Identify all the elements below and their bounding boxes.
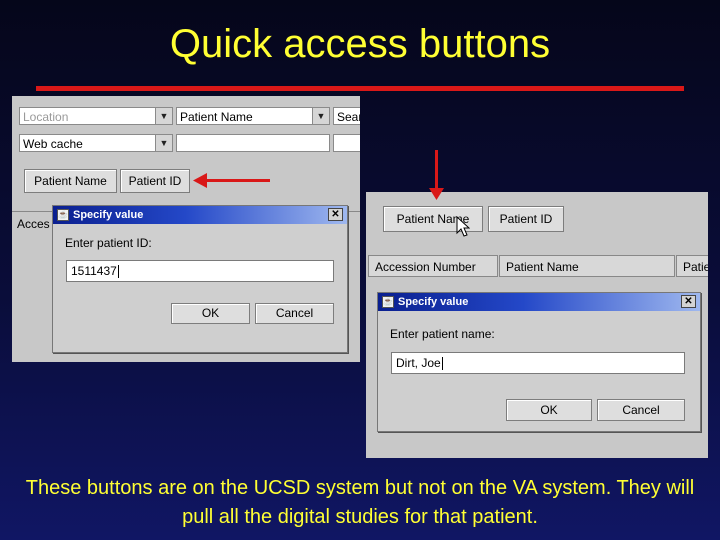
web-cache-combo[interactable]: Web cache ▼ <box>19 134 173 152</box>
arrow-to-patient-name <box>435 150 438 192</box>
search-field-label: Sear <box>337 110 360 124</box>
cancel-button[interactable]: Cancel <box>255 303 334 324</box>
column-patient-partial[interactable]: Patie <box>676 255 708 277</box>
column-patient-name[interactable]: Patient Name <box>499 255 675 277</box>
search-value-input[interactable] <box>176 134 330 152</box>
location-combo-label: Location <box>23 110 69 124</box>
patient-name-combo-label: Patient Name <box>180 110 253 124</box>
ok-button[interactable]: OK <box>171 303 250 324</box>
chevron-down-icon[interactable]: ▼ <box>312 108 329 124</box>
accession-column-partial: Acces <box>17 217 50 231</box>
dialog-prompt: Enter patient ID: <box>65 236 152 250</box>
search-extra-input[interactable] <box>333 134 360 152</box>
cancel-button[interactable]: Cancel <box>597 399 685 421</box>
mouse-pointer-icon <box>456 216 470 237</box>
search-field-partial[interactable]: Sear <box>333 107 360 125</box>
web-cache-combo-label: Web cache <box>23 137 83 151</box>
dialog-title-bar[interactable]: ☕ Specify value ✕ <box>378 293 700 311</box>
dialog-prompt: Enter patient name: <box>390 327 495 341</box>
java-cup-icon: ☕ <box>57 209 69 221</box>
specify-value-dialog: ☕ Specify value ✕ Enter patient ID: 1511… <box>52 205 348 353</box>
dialog-title: Specify value <box>398 296 469 308</box>
arrow-to-patient-id <box>205 179 270 182</box>
text-caret <box>441 357 443 371</box>
specify-value-dialog: ☕ Specify value ✕ Enter patient name: Di… <box>377 292 701 432</box>
ok-button[interactable]: OK <box>506 399 592 421</box>
slide-title: Quick access buttons <box>169 22 551 66</box>
dialog-title: Specify value <box>73 209 144 221</box>
patient-id-button[interactable]: Patient ID <box>488 206 564 232</box>
location-combo[interactable]: Location ▼ <box>19 107 173 125</box>
close-icon[interactable]: ✕ <box>328 208 343 221</box>
patient-id-value: 1511437 <box>71 264 117 278</box>
patient-id-input[interactable]: 1511437 <box>66 260 334 282</box>
patient-name-value: Dirt, Joe <box>396 356 441 370</box>
title-divider <box>36 86 684 91</box>
chevron-down-icon[interactable]: ▼ <box>155 108 172 124</box>
dialog-title-bar[interactable]: ☕ Specify value ✕ <box>53 206 347 224</box>
java-cup-icon: ☕ <box>382 296 394 308</box>
patient-name-input[interactable]: Dirt, Joe <box>391 352 685 374</box>
chevron-down-icon[interactable]: ▼ <box>155 135 172 151</box>
patient-id-button[interactable]: Patient ID <box>120 169 190 193</box>
slide-caption: These buttons are on the UCSD system but… <box>25 477 695 528</box>
arrow-head-left <box>193 173 207 188</box>
close-icon[interactable]: ✕ <box>681 295 696 308</box>
text-caret <box>117 265 119 279</box>
patient-name-button[interactable]: Patient Name <box>24 169 117 193</box>
arrow-head-down <box>429 188 444 200</box>
column-accession-number[interactable]: Accession Number <box>368 255 498 277</box>
patient-name-combo[interactable]: Patient Name ▼ <box>176 107 330 125</box>
